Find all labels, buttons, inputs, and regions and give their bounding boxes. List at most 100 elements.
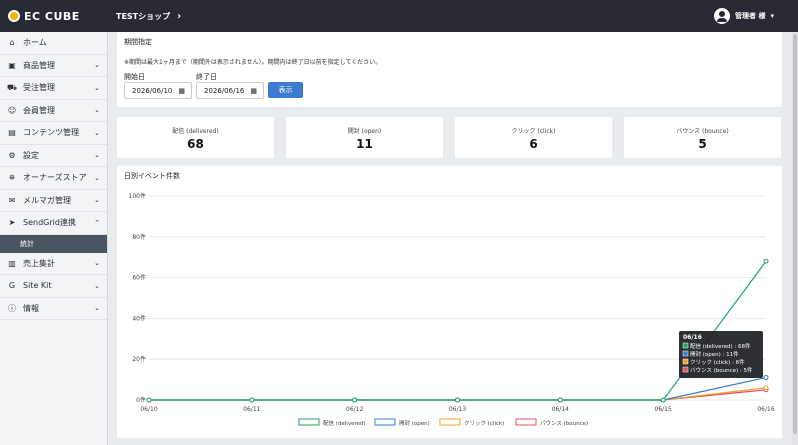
chevron-right-icon: › — [177, 10, 182, 22]
series-point-0 — [660, 397, 666, 403]
sidebar-item-5[interactable]: ⚙ 設定 ⌄ — [0, 145, 107, 167]
y-tick-label: 0件 — [136, 396, 146, 404]
sidebar-item-2[interactable]: ⛟ 受注管理 ⌄ — [0, 77, 107, 100]
tooltip-swatch-0 — [682, 342, 689, 349]
tooltip-line: バウンス (bounce) : 5件 — [690, 366, 753, 374]
user-name: 管理者 様 — [735, 12, 766, 20]
y-tick-label: 60件 — [132, 274, 146, 282]
chevron-down-icon: ⌄ — [94, 173, 100, 182]
sidebar-item-label: 情報 — [23, 303, 39, 313]
chevron-down-icon: ⌄ — [94, 259, 100, 268]
chevron-down-icon: ⌄ — [94, 281, 100, 290]
sidebar-item-1[interactable]: ▣ 商品管理 ⌄ — [0, 55, 107, 77]
legend-label: 配信 (delivered) — [323, 419, 366, 427]
sidebar-item-label: SendGrid連携 — [23, 218, 76, 228]
sidebar-item-7[interactable]: ✉ メルマガ管理 ⌄ — [0, 190, 107, 212]
calendar-icon[interactable]: ▦ — [178, 87, 185, 95]
sidebar-item-9[interactable]: ▥ 売上集計 ⌄ — [0, 253, 107, 275]
stat-card-bounce: バウンス (bounce) 5 — [624, 117, 781, 158]
legend-swatch-0 — [298, 418, 320, 426]
store-icon: ⛯ — [8, 172, 16, 182]
tooltip-swatch-1 — [682, 350, 689, 357]
series-point-0 — [455, 397, 460, 403]
series-point-0 — [146, 397, 152, 403]
sidebar-item-8[interactable]: ➤ SendGrid連携 ⌃ — [0, 212, 107, 235]
sidebar-item-4[interactable]: ▤ コンテンツ管理 ⌄ — [0, 122, 107, 145]
chevron-down-icon: ⌄ — [94, 106, 100, 115]
stat-label: 開封 (open) — [347, 128, 382, 135]
chart-card: 日別イベント件数 0件 20件 40件 60件 80件 100件 06/10 06/11 06/… — [117, 166, 782, 438]
chevron-down-icon: ⌄ — [94, 128, 100, 137]
chevron-down-icon: ⌄ — [94, 151, 100, 160]
end-date-label: 終了日 — [196, 73, 217, 81]
start-date-label: 開始日 — [124, 73, 145, 81]
sidebar-item-label: 会員管理 — [23, 105, 55, 115]
user-menu[interactable]: 管理者 様 ▾ — [714, 8, 774, 24]
legend-label: バウンス (bounce) — [540, 419, 588, 427]
period-title: 期間指定 — [124, 38, 152, 46]
tooltip-line: 配信 (delivered) : 68件 — [690, 342, 751, 350]
sidebar-item-label: 商品管理 — [23, 60, 55, 70]
x-tick-label: 06/16 — [757, 406, 774, 413]
sidebar-item-3[interactable]: ☺ 会員管理 ⌄ — [0, 100, 107, 122]
sidebar-item-11[interactable]: ⓘ 情報 ⌄ — [0, 298, 107, 320]
tooltip-line: クリック (click) : 6件 — [690, 358, 745, 366]
x-tick-label: 06/11 — [243, 406, 260, 413]
sidebar-item-0[interactable]: ⌂ ホーム — [0, 32, 107, 55]
start-date-input[interactable]: 2026/06/10 ▦ — [124, 82, 192, 99]
caret-down-icon: ▾ — [770, 12, 774, 20]
sidebar-item-label: 受注管理 — [23, 83, 55, 93]
stat-label: 配信 (delivered) — [172, 128, 219, 135]
legend-swatch-2 — [439, 418, 461, 426]
end-date-input[interactable]: 2026/06/16 ▦ — [196, 82, 264, 99]
series-point-2 — [763, 385, 769, 391]
stat-value: 11 — [356, 137, 373, 151]
logo-mark-icon — [8, 10, 20, 22]
sidebar-subitem-stats[interactable]: 統計 — [0, 234, 107, 253]
calendar-icon[interactable]: ▦ — [250, 87, 257, 95]
series-line-0 — [149, 260, 767, 401]
x-tick-label: 06/15 — [655, 406, 672, 413]
sidebar: ⌂ ホーム ▣ 商品管理 ⌄ ⛟ 受注管理 ⌄ ☺ 会員管理 ⌄ ▤ コンテンツ管理 ⌄ ⚙ 設定 ⌄ ⛯ オーナー… — [0, 32, 108, 445]
legend-swatch-1 — [374, 418, 396, 426]
google-icon: G — [8, 281, 16, 291]
tooltip-swatch-3 — [682, 366, 689, 373]
sidebar-item-label: Site Kit — [23, 281, 52, 291]
sidebar-item-label: 設定 — [23, 150, 39, 160]
tooltip-title: 06/16 — [683, 334, 702, 341]
x-tick-label: 06/13 — [449, 406, 466, 413]
gear-icon: ⚙ — [8, 150, 16, 160]
series-point-0 — [557, 397, 563, 403]
sidebar-item-6[interactable]: ⛯ オーナーズストア ⌄ — [0, 167, 107, 190]
shop-name: TESTショップ — [116, 11, 171, 21]
period-note: ※期間は最大1ヶ月まで（期間外は表示されません）。期間内は終了日以前を指定してく… — [124, 59, 382, 66]
truck-icon: ⛟ — [7, 82, 18, 92]
stat-label: クリック (click) — [511, 128, 556, 135]
y-tick-label: 40件 — [132, 314, 146, 322]
home-icon: ⌂ — [9, 38, 15, 48]
users-icon: ☺ — [7, 105, 17, 115]
top-bar: EC CUBE TESTショップ › 管理者 様 ▾ — [0, 0, 798, 32]
series-point-1 — [763, 375, 769, 381]
legend-label: クリック (click) — [464, 420, 504, 427]
info-icon: ⓘ — [8, 303, 16, 313]
scrollbar-thumb[interactable] — [793, 34, 797, 434]
stat-label: バウンス (bounce) — [676, 128, 729, 135]
sidebar-item-label: 売上集計 — [23, 258, 55, 268]
logo[interactable]: EC CUBE — [0, 10, 108, 23]
page-scrollbar[interactable] — [792, 32, 798, 445]
user-avatar-icon — [714, 8, 731, 24]
chevron-up-icon: ⌃ — [94, 218, 100, 227]
tooltip-swatch-2 — [682, 358, 689, 365]
show-button[interactable]: 表示 — [268, 82, 303, 98]
y-tick-label: 100件 — [129, 192, 146, 200]
stat-card-click: クリック (click) 6 — [455, 117, 612, 158]
stat-value: 5 — [698, 137, 707, 151]
x-tick-label: 06/14 — [552, 406, 569, 413]
sidebar-item-10[interactable]: G Site Kit ⌄ — [0, 275, 107, 298]
legend-swatch-3 — [515, 418, 537, 426]
shop-link[interactable]: TESTショップ › — [116, 11, 181, 22]
chevron-down-icon: ⌄ — [94, 61, 100, 70]
x-tick-label: 06/12 — [346, 406, 363, 413]
chart-icon: ▥ — [8, 258, 16, 268]
